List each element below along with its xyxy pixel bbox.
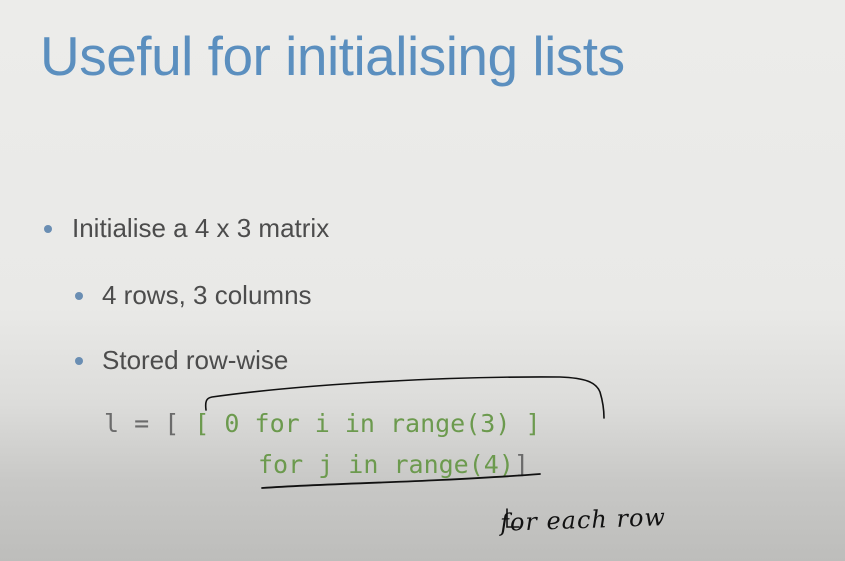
- bullet-dot-icon: [75, 292, 83, 300]
- slide-title: Useful for initialising lists: [40, 25, 625, 87]
- bullet-text: 4 rows, 3 columns: [102, 280, 312, 310]
- bullet-text: Initialise a 4 x 3 matrix: [72, 213, 330, 243]
- bullet-level2-rows-columns: 4 rows, 3 columns: [75, 280, 312, 311]
- code-outer-loop: for j in range(4): [258, 450, 514, 479]
- code-line-2: for j in range(4)]: [258, 450, 529, 479]
- bullet-dot-icon: [44, 225, 52, 233]
- bullet-level1-matrix: Initialise a 4 x 3 matrix: [44, 213, 330, 244]
- bullet-level2-row-wise: Stored row-wise: [75, 345, 289, 376]
- code-closing-bracket: ]: [513, 450, 529, 479]
- code-line-1: l = [ [ 0 for i in range(3) ]: [104, 409, 541, 438]
- bullet-dot-icon: [75, 357, 83, 365]
- code-assignment: l = [: [104, 409, 195, 438]
- slide: Useful for initialising lists Initialise…: [0, 0, 845, 561]
- handwritten-annotation: for each row: [499, 503, 667, 537]
- code-inner-comprehension: [ 0 for i in range(3) ]: [194, 409, 541, 438]
- bullet-text: Stored row-wise: [102, 345, 289, 375]
